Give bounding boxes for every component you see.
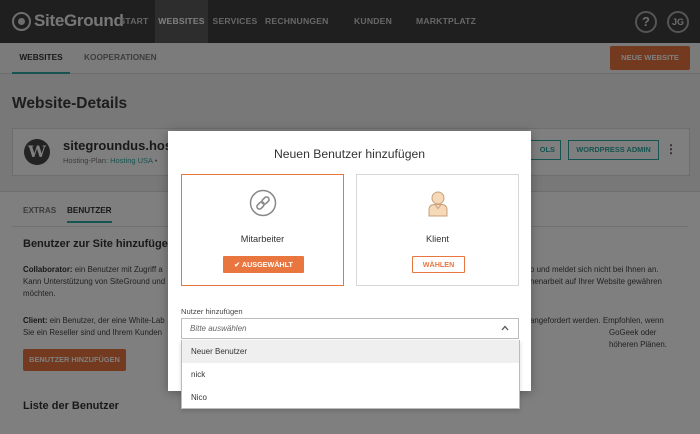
modal-title: Neuen Benutzer hinzufügen — [273, 147, 426, 161]
user-select[interactable]: Bitte auswählen — [181, 318, 519, 339]
option-nico[interactable]: Nico — [182, 386, 519, 409]
role-card-klient[interactable]: Klient WÄHLEN — [356, 174, 519, 286]
option-neuer-benutzer[interactable]: Neuer Benutzer — [182, 340, 519, 363]
checkmark-icon: ✔ — [234, 260, 241, 269]
role-label-mitarbeiter: Mitarbeiter — [240, 234, 285, 244]
person-icon — [428, 191, 448, 217]
select-placeholder: Bitte auswählen — [190, 324, 247, 333]
selected-button[interactable]: ✔ AUSGEWÄHLT — [223, 256, 304, 273]
role-card-mitarbeiter[interactable]: Mitarbeiter ✔ AUSGEWÄHLT — [181, 174, 344, 286]
selected-button-label: AUSGEWÄHLT — [241, 260, 293, 269]
option-nick[interactable]: nick — [182, 363, 519, 386]
user-select-dropdown: Neuer Benutzer nick Nico — [181, 340, 520, 409]
choose-button[interactable]: WÄHLEN — [412, 256, 465, 273]
add-user-field-label: Nutzer hinzufügen — [181, 307, 243, 316]
role-label-klient: Klient — [426, 234, 449, 244]
chevron-up-icon — [501, 325, 509, 331]
link-icon — [249, 189, 277, 217]
